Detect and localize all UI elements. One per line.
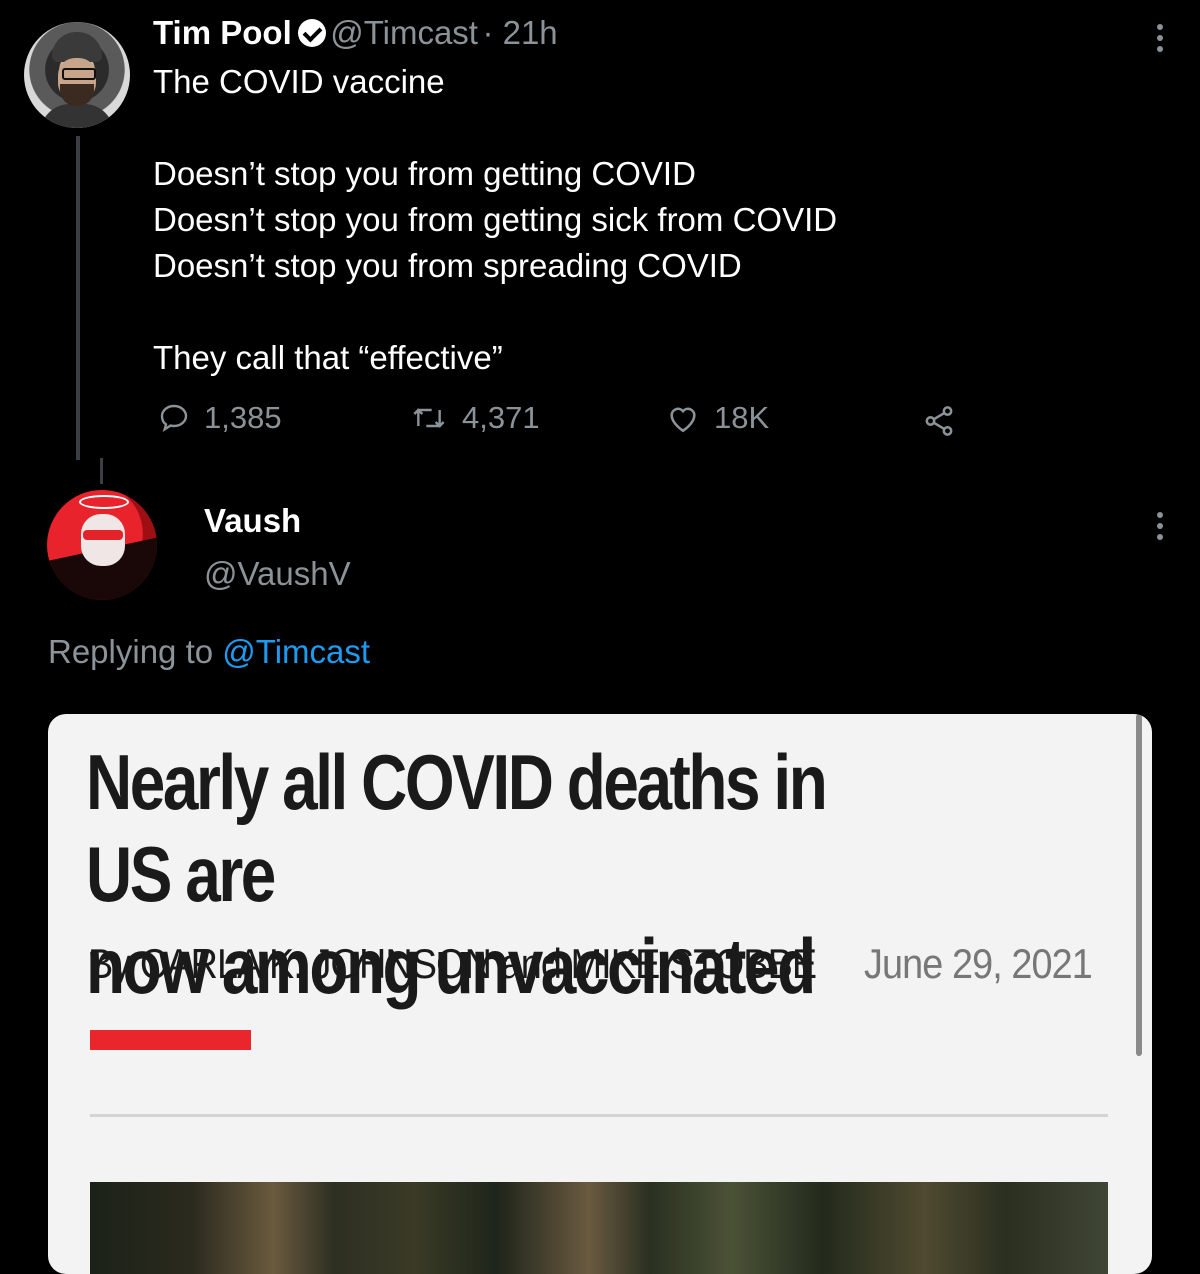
replying-to-label: Replying to bbox=[48, 633, 214, 670]
article-image-card[interactable]: Nearly all COVID deaths in US are now am… bbox=[48, 714, 1152, 1274]
tweet1-body: The COVID vaccine Doesn’t stop you from … bbox=[153, 59, 1133, 381]
vaush-avatar[interactable] bbox=[47, 490, 157, 600]
tweet1-author-name[interactable]: Tim Pool bbox=[153, 14, 292, 51]
like-button[interactable]: 18K bbox=[666, 400, 769, 436]
more-vertical-icon[interactable] bbox=[1157, 24, 1165, 57]
article-date: June 29, 2021 bbox=[864, 940, 1093, 987]
avatar-glasses bbox=[62, 68, 96, 80]
more-vertical-icon[interactable] bbox=[1157, 512, 1165, 545]
thread-connector-line bbox=[76, 136, 80, 460]
tweet1-handle[interactable]: @Timcast bbox=[330, 14, 478, 51]
tim-pool-avatar[interactable] bbox=[24, 22, 130, 128]
article-accent-bar bbox=[90, 1030, 251, 1050]
article-headline-line: Nearly all COVID deaths in US are bbox=[86, 738, 828, 918]
tweet1-blank-line bbox=[153, 289, 1133, 335]
replying-to-line: Replying to @Timcast bbox=[48, 633, 370, 671]
tweet2-handle[interactable]: @VaushV bbox=[204, 555, 351, 593]
verified-badge-icon bbox=[297, 19, 326, 47]
retweet-button[interactable]: 4,371 bbox=[410, 400, 540, 436]
avatar-head bbox=[81, 514, 125, 566]
tweet1-header: Tim Pool @Timcast · 21h bbox=[153, 14, 558, 52]
retweet-count: 4,371 bbox=[462, 400, 540, 435]
article-byline: By CARLA K. JOHNSON and MIKE STOBBE bbox=[88, 940, 817, 987]
tweet1-timestamp[interactable]: · 21h bbox=[482, 14, 557, 51]
share-icon bbox=[925, 406, 953, 436]
tweet1-line: Doesn’t stop you from spreading COVID bbox=[153, 247, 742, 284]
tweet2-author-name[interactable]: Vaush bbox=[204, 502, 301, 540]
like-count: 18K bbox=[714, 400, 770, 435]
reply-icon bbox=[160, 404, 188, 433]
thread-connector-line-lower bbox=[100, 458, 103, 484]
tweet1-line: The COVID vaccine bbox=[153, 63, 445, 100]
tweet1-line: They call that “effective” bbox=[153, 339, 503, 376]
scrollbar[interactable] bbox=[1136, 714, 1142, 1056]
heart-icon bbox=[670, 407, 696, 433]
avatar-halo bbox=[79, 495, 129, 509]
replying-to-link[interactable]: @Timcast bbox=[222, 633, 370, 670]
reply-button[interactable]: 1,385 bbox=[158, 400, 282, 436]
share-button[interactable] bbox=[922, 404, 956, 438]
article-photo bbox=[90, 1182, 1108, 1274]
avatar-beard bbox=[60, 84, 94, 106]
retweet-icon bbox=[413, 408, 445, 428]
tweet1-line: Doesn’t stop you from getting sick from … bbox=[153, 201, 838, 238]
tweet1-blank-line bbox=[153, 105, 1133, 151]
reply-count: 1,385 bbox=[204, 400, 282, 435]
tweet1-line: Doesn’t stop you from getting COVID bbox=[153, 155, 696, 192]
avatar-shirt bbox=[40, 104, 114, 128]
article-divider bbox=[90, 1114, 1108, 1117]
avatar-shades bbox=[83, 530, 123, 540]
